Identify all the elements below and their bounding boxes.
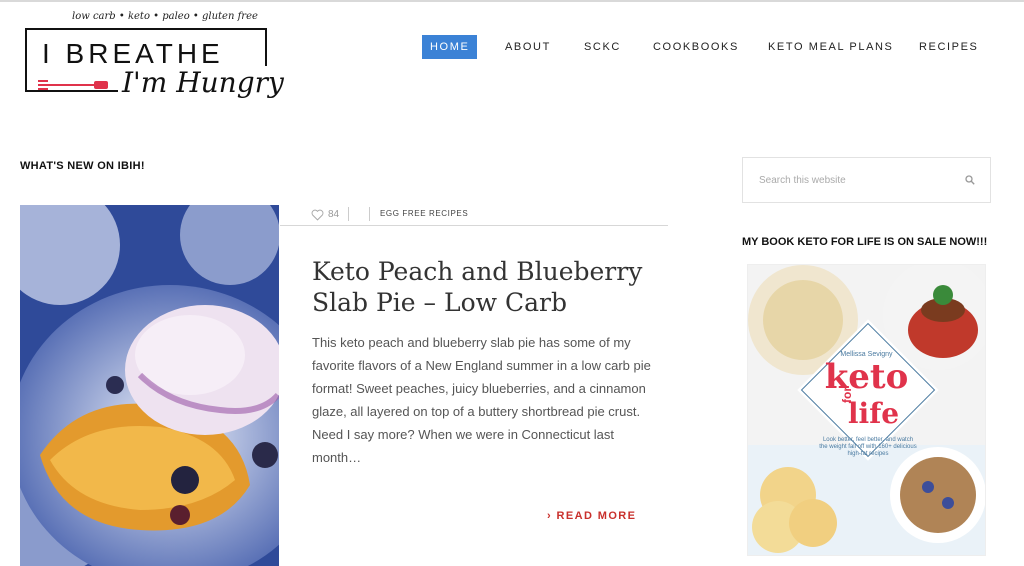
nav-item-keto-meal-plans[interactable]: KETO MEAL PLANS	[760, 35, 901, 59]
book-cover[interactable]: Mellissa Sevigny keto for life Look bett…	[748, 265, 985, 555]
post-category[interactable]: EGG FREE RECIPES	[380, 209, 468, 218]
nav-item-recipes[interactable]: RECIPES	[911, 35, 987, 59]
book-heading: MY BOOK KETO FOR LIFE IS ON SALE NOW!!!	[742, 236, 988, 248]
read-more-link[interactable]: › READ MORE	[547, 510, 636, 522]
post-excerpt: This keto peach and blueberry slab pie h…	[312, 335, 651, 465]
logo-script: I'm Hungry	[118, 66, 288, 99]
nav-item-home[interactable]: HOME	[422, 35, 478, 59]
pie-photo	[20, 205, 279, 566]
book-subtitle: Look better, feel better, and watch the …	[819, 437, 917, 457]
like-count: 84	[328, 209, 340, 220]
heart-icon[interactable]	[311, 209, 324, 221]
nav-item-cookbooks[interactable]: COOKBOOKS	[645, 35, 747, 59]
book-title-top: keto	[824, 357, 909, 397]
post-meta: 84 EGG FREE RECIPES	[280, 205, 668, 226]
meta-divider	[348, 207, 349, 221]
post-title[interactable]: Keto Peach and Blueberry Slab Pie – Low …	[312, 256, 657, 318]
section-heading: WHAT'S NEW ON IBIH!	[20, 160, 145, 172]
nav-item-about[interactable]: ABOUT	[497, 35, 559, 59]
search-input[interactable]	[743, 158, 953, 202]
search-box	[742, 157, 991, 203]
post-image[interactable]	[20, 205, 279, 566]
fork-icon	[38, 80, 108, 90]
nav-item-sckc[interactable]: SCKC	[576, 35, 629, 59]
book-title-bottom: life	[847, 397, 900, 430]
top-border	[0, 0, 1024, 2]
site-logo[interactable]: low carb • keto • paleo • gluten free I …	[22, 8, 288, 112]
read-more-label: READ MORE	[556, 510, 637, 522]
search-icon[interactable]	[965, 175, 975, 185]
site-tagline: low carb • keto • paleo • gluten free	[72, 11, 258, 22]
chevron-right-icon: ›	[547, 510, 553, 522]
meta-divider	[369, 207, 370, 221]
